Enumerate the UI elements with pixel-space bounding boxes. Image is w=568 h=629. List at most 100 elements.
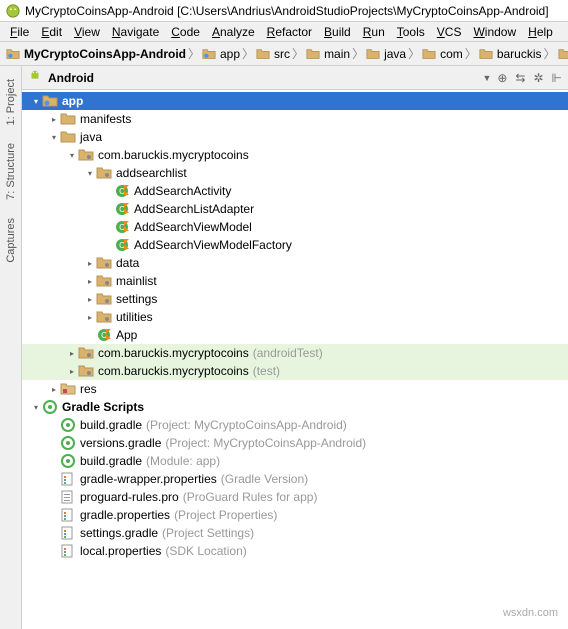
breadcrumb-item[interactable]: MyCryptoCoinsApp-Android	[6, 47, 186, 61]
tree-node-build-gradle[interactable]: build.gradle(Module: app)	[22, 452, 568, 470]
tree-node-label: App	[116, 328, 137, 342]
tree-node-hint: (Project Properties)	[174, 508, 277, 522]
breadcrumb-separator: 〉	[465, 45, 477, 62]
tool-tab-project[interactable]: 1: Project	[2, 72, 20, 132]
collapse-icon[interactable]: ⇆	[515, 71, 525, 85]
chevron-down-icon[interactable]: ▾	[30, 403, 42, 412]
menu-navigate[interactable]: Navigate	[106, 23, 165, 41]
tree-node-gradle-scripts[interactable]: ▾ Gradle Scripts	[22, 398, 568, 416]
breadcrumb-separator: 〉	[242, 45, 254, 62]
breadcrumb-item[interactable]: m	[558, 47, 568, 61]
breadcrumb-separator: 〉	[352, 45, 364, 62]
tree-node-hint: (test)	[253, 364, 280, 378]
tree-node-mainlist[interactable]: ▸mainlist	[22, 272, 568, 290]
chevron-down-icon[interactable]: ▾	[48, 133, 60, 142]
tree-node-hint: (Project: MyCryptoCoinsApp-Android)	[165, 436, 366, 450]
chevron-down-icon[interactable]: ▾	[66, 151, 78, 160]
proguard-icon	[60, 489, 76, 505]
breadcrumb-item[interactable]: main	[306, 47, 350, 61]
tree-node-hint: (Project Settings)	[162, 526, 254, 540]
tree-node-res[interactable]: ▸res	[22, 380, 568, 398]
tree-node-gradle-wrapper-properties[interactable]: gradle-wrapper.properties(Gradle Version…	[22, 470, 568, 488]
tree-node-label: settings	[116, 292, 157, 306]
chevron-down-icon[interactable]: ▾	[30, 97, 42, 106]
tree-node-hint: (SDK Location)	[165, 544, 246, 558]
tree-node-label: Gradle Scripts	[62, 400, 144, 414]
tree-node-addsearchlist[interactable]: ▾addsearchlist	[22, 164, 568, 182]
menu-analyze[interactable]: Analyze	[206, 23, 261, 41]
menu-run[interactable]: Run	[357, 23, 391, 41]
tree-node-app[interactable]: ▾app	[22, 92, 568, 110]
tree-node-label: java	[80, 130, 102, 144]
target-icon[interactable]: ⊕	[497, 71, 507, 85]
breadcrumb-item[interactable]: com	[422, 47, 463, 61]
properties-icon	[60, 507, 76, 523]
menu-build[interactable]: Build	[318, 23, 357, 41]
main-area: 1: Project7: StructureCaptures Android ▼…	[0, 66, 568, 629]
menu-help[interactable]: Help	[522, 23, 559, 41]
chevron-right-icon[interactable]: ▸	[84, 277, 96, 286]
tree-node-java[interactable]: ▾ java	[22, 128, 568, 146]
kotlin-class-icon: C	[114, 237, 130, 253]
tree-node-com-baruckis-mycryptocoins[interactable]: ▸com.baruckis.mycryptocoins(androidTest)	[22, 344, 568, 362]
tree-node-local-properties[interactable]: local.properties(SDK Location)	[22, 542, 568, 560]
dropdown-arrow-icon[interactable]: ▼	[482, 73, 491, 83]
menu-edit[interactable]: Edit	[35, 23, 68, 41]
tree-node-label: proguard-rules.pro	[80, 490, 179, 504]
tree-node-addsearchviewmodelfactory[interactable]: CAddSearchViewModelFactory	[22, 236, 568, 254]
chevron-right-icon[interactable]: ▸	[66, 349, 78, 358]
tree-node-build-gradle[interactable]: build.gradle(Project: MyCryptoCoinsApp-A…	[22, 416, 568, 434]
tree-node-utilities[interactable]: ▸utilities	[22, 308, 568, 326]
chevron-right-icon[interactable]: ▸	[48, 115, 60, 124]
menu-code[interactable]: Code	[165, 23, 206, 41]
folder-icon	[60, 111, 76, 127]
package-icon	[78, 147, 94, 163]
chevron-right-icon[interactable]: ▸	[84, 259, 96, 268]
tree-node-addsearchlistadapter[interactable]: CAddSearchListAdapter	[22, 200, 568, 218]
tree-node-label: build.gradle	[80, 418, 142, 432]
breadcrumb-item[interactable]: app	[202, 47, 240, 61]
tree-node-label: gradle.properties	[80, 508, 170, 522]
chevron-right-icon[interactable]: ▸	[84, 313, 96, 322]
tree-node-addsearchviewmodel[interactable]: CAddSearchViewModel	[22, 218, 568, 236]
tree-node-app[interactable]: CApp	[22, 326, 568, 344]
chevron-right-icon[interactable]: ▸	[66, 367, 78, 376]
menu-refactor[interactable]: Refactor	[261, 23, 318, 41]
tree-node-com-baruckis-mycryptocoins[interactable]: ▸com.baruckis.mycryptocoins(test)	[22, 362, 568, 380]
tree-node-hint: (ProGuard Rules for app)	[183, 490, 318, 504]
tree-node-label: build.gradle	[80, 454, 142, 468]
tool-tab-captures[interactable]: Captures	[2, 211, 20, 270]
tree-node-versions-gradle[interactable]: versions.gradle(Project: MyCryptoCoinsAp…	[22, 434, 568, 452]
properties-icon	[60, 471, 76, 487]
tree-node-settings[interactable]: ▸ settings	[22, 290, 568, 308]
tree-node-settings-gradle[interactable]: settings.gradle (Project Settings)	[22, 524, 568, 542]
chevron-right-icon[interactable]: ▸	[48, 385, 60, 394]
tree-node-manifests[interactable]: ▸manifests	[22, 110, 568, 128]
kotlin-class-icon: C	[114, 201, 130, 217]
chevron-right-icon[interactable]: ▸	[84, 295, 96, 304]
menu-file[interactable]: File	[4, 23, 35, 41]
package-icon	[96, 273, 112, 289]
breadcrumb-item[interactable]: baruckis	[479, 47, 542, 61]
breadcrumb-bar: MyCryptoCoinsApp-Android〉app〉src〉main〉ja…	[0, 42, 568, 66]
hide-icon[interactable]: ⊩	[552, 71, 562, 85]
project-tree[interactable]: ▾app▸manifests▾java▾com.baruckis.mycrypt…	[22, 90, 568, 629]
gear-icon[interactable]: ✲	[533, 71, 543, 85]
chevron-down-icon[interactable]: ▾	[84, 169, 96, 178]
tree-node-proguard-rules-pro[interactable]: proguard-rules.pro (ProGuard Rules for ap…	[22, 488, 568, 506]
tree-node-data[interactable]: ▸ data	[22, 254, 568, 272]
tree-node-label: settings.gradle	[80, 526, 158, 540]
tree-node-label: AddSearchViewModel	[134, 220, 252, 234]
tree-node-label: data	[116, 256, 139, 270]
breadcrumb-item[interactable]: java	[366, 47, 406, 61]
menu-window[interactable]: Window	[467, 23, 522, 41]
tree-node-com-baruckis-mycryptocoins[interactable]: ▾com.baruckis.mycryptocoins	[22, 146, 568, 164]
tool-tab-structure[interactable]: 7: Structure	[2, 136, 20, 207]
menu-vcs[interactable]: VCS	[431, 23, 468, 41]
properties-icon	[60, 543, 76, 559]
menu-view[interactable]: View	[68, 23, 106, 41]
menu-tools[interactable]: Tools	[391, 23, 431, 41]
tree-node-gradle-properties[interactable]: gradle.properties (Project Properties)	[22, 506, 568, 524]
tree-node-addsearchactivity[interactable]: CAddSearchActivity	[22, 182, 568, 200]
breadcrumb-item[interactable]: src	[256, 47, 290, 61]
